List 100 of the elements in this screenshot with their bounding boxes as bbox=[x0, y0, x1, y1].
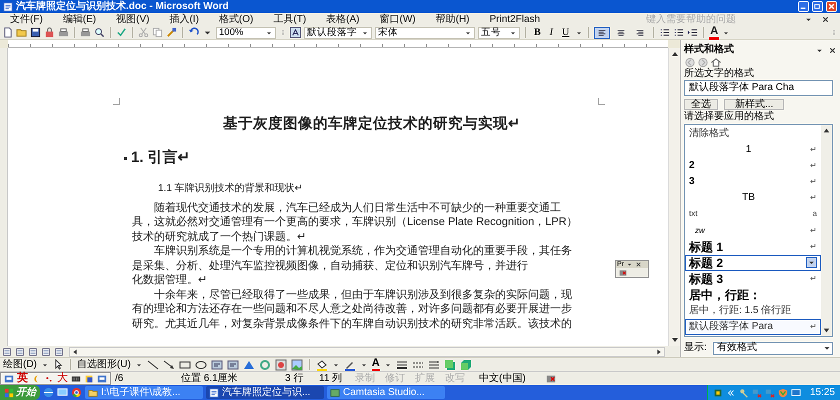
view-icon[interactable] bbox=[2, 346, 12, 356]
browser-icon[interactable] bbox=[43, 387, 54, 398]
menu-item[interactable]: 文件(F) bbox=[10, 14, 43, 24]
keyboard-icon[interactable] bbox=[71, 374, 81, 384]
menu-item[interactable]: Print2Flash bbox=[490, 14, 540, 24]
status-column: 11 列 bbox=[319, 374, 355, 384]
bold-button[interactable]: B bbox=[531, 28, 544, 38]
list-scrollbar[interactable] bbox=[821, 125, 832, 336]
autoshapes-menu-button[interactable]: 自选图形(U) bbox=[76, 360, 131, 370]
3d-box-icon[interactable] bbox=[460, 358, 472, 370]
menu-item[interactable]: 格式(O) bbox=[218, 14, 254, 24]
printer-icon[interactable] bbox=[58, 27, 69, 38]
style-item[interactable]: 默认段落字体 Para ↵ bbox=[685, 318, 821, 336]
styles-icon[interactable] bbox=[290, 27, 301, 38]
x-icon[interactable] bbox=[635, 261, 642, 268]
draw-menu-button[interactable]: 绘图(D) bbox=[3, 360, 37, 370]
rectangle-icon[interactable] bbox=[178, 358, 191, 370]
restore-icon[interactable] bbox=[812, 1, 823, 12]
underline-button[interactable]: U bbox=[559, 28, 572, 38]
pane-label: 所选文字的格式 bbox=[684, 68, 755, 80]
windows-logo-icon bbox=[4, 388, 14, 398]
view-icon[interactable] bbox=[41, 346, 51, 356]
clipart-icon[interactable] bbox=[274, 358, 287, 370]
font-size-dropdown[interactable]: 五号 bbox=[478, 26, 520, 38]
close-icon[interactable] bbox=[826, 1, 837, 12]
vertical-scrollbar[interactable] bbox=[668, 48, 680, 346]
style-dropdown[interactable]: 默认段落字 bbox=[304, 26, 372, 38]
undo-icon[interactable] bbox=[188, 27, 199, 38]
view-icon[interactable] bbox=[28, 346, 38, 356]
view-icon[interactable] bbox=[54, 346, 64, 356]
folder-small-icon bbox=[88, 388, 98, 398]
input-mode-toggle[interactable]: 英 bbox=[17, 373, 28, 384]
zoom-dropdown[interactable]: 100% bbox=[216, 26, 276, 38]
document-title: 基于灰度图像的车牌定位技术的研究与实现↵ bbox=[222, 116, 522, 133]
list-icon[interactable] bbox=[659, 27, 670, 38]
style-item[interactable]: 标题 2 bbox=[685, 254, 821, 271]
picture-icon[interactable] bbox=[290, 358, 303, 370]
line-style-icon[interactable] bbox=[396, 358, 408, 370]
menu-item[interactable]: 编辑(E) bbox=[62, 14, 96, 24]
menu-item[interactable]: 窗口(W) bbox=[380, 14, 416, 24]
double-chevron-icon[interactable] bbox=[726, 388, 736, 398]
show-dropdown[interactable]: 有效格式 bbox=[712, 342, 833, 354]
pane-label: 请选择要应用的格式 bbox=[684, 111, 775, 123]
margin-mark bbox=[113, 98, 120, 105]
pane-button[interactable]: 全选 bbox=[684, 98, 718, 110]
check-icon[interactable] bbox=[116, 27, 127, 38]
arrow-icon[interactable] bbox=[162, 358, 175, 370]
taskbar-button[interactable]: 汽车牌照定位与识... bbox=[206, 386, 324, 399]
bullet-mark bbox=[124, 156, 127, 160]
arrow-style-icon[interactable] bbox=[428, 358, 440, 370]
style-dropdown-button[interactable] bbox=[806, 257, 817, 268]
taskbar-button[interactable]: Camtasia Studio... bbox=[327, 386, 445, 399]
taskbar-button[interactable]: I:\电子课件\成教... bbox=[85, 386, 203, 399]
width-toggle[interactable]: 大 bbox=[57, 373, 68, 384]
list-icon[interactable] bbox=[673, 27, 684, 38]
magnifier-icon[interactable] bbox=[94, 27, 105, 38]
chip-icon[interactable] bbox=[712, 388, 723, 398]
menu-item[interactable]: 表格(A) bbox=[326, 14, 360, 24]
status-line: 3 行 bbox=[285, 374, 304, 384]
home-icon[interactable] bbox=[710, 56, 722, 68]
section-heading: 1. 引言↵ bbox=[131, 148, 191, 168]
style-item[interactable]: 标题 3 ↵ bbox=[685, 270, 821, 287]
paragraph: 随着现代交通技术的发展，汽车已经成为人们日常生活中不可缺少的一种重要交通工 具，这就必然对交通管理有一个更高的要求，车牌识别（License Plate Recognition，LPR） 技术的研究就成了一个热门课题。↵ bbox=[132, 200, 579, 244]
indent-icon[interactable] bbox=[687, 27, 698, 38]
margin-mark bbox=[598, 98, 605, 105]
monitor-icon[interactable] bbox=[790, 388, 801, 398]
status-position: 位置 6.1厘米 bbox=[181, 374, 239, 384]
lock-icon[interactable] bbox=[44, 27, 55, 38]
window-title: 汽车牌照定位与识别技术.doc - Microsoft Word bbox=[16, 2, 229, 12]
text-box-icon[interactable] bbox=[226, 358, 239, 370]
cursor-icon[interactable] bbox=[52, 359, 64, 370]
pane-button[interactable]: 新样式... bbox=[724, 98, 784, 110]
printer-icon[interactable] bbox=[80, 27, 91, 38]
font-dropdown[interactable]: 宋体 bbox=[375, 26, 475, 38]
help-search-field[interactable]: 键入需要帮助的问题 bbox=[646, 14, 756, 25]
menu-item[interactable]: 插入(I) bbox=[169, 14, 199, 24]
x-icon[interactable] bbox=[821, 15, 830, 24]
menu-item[interactable]: 视图(V) bbox=[116, 14, 150, 24]
line-icon[interactable] bbox=[146, 358, 159, 370]
fill-bucket-icon[interactable] bbox=[316, 358, 328, 370]
menu-item[interactable]: 帮助(H) bbox=[436, 14, 470, 24]
clock: 15:25 bbox=[810, 388, 835, 398]
x-icon[interactable] bbox=[828, 46, 837, 55]
selected-format-field[interactable]: 默认段落字体 Para Cha bbox=[684, 80, 833, 96]
word-document-icon bbox=[3, 2, 13, 12]
align-button[interactable] bbox=[594, 26, 610, 38]
horizontal-scrollbar[interactable] bbox=[69, 346, 665, 356]
menu-item[interactable]: 工具(T) bbox=[273, 14, 306, 24]
minimize-icon[interactable] bbox=[798, 1, 809, 12]
word-document-icon bbox=[209, 388, 219, 398]
caret-icon[interactable] bbox=[626, 261, 633, 268]
recording-icon[interactable] bbox=[618, 269, 628, 277]
text-box-icon[interactable] bbox=[210, 358, 223, 370]
brush-icon[interactable] bbox=[166, 27, 177, 38]
start-button[interactable]: 开始 bbox=[0, 385, 40, 400]
view-icon[interactable] bbox=[15, 346, 25, 356]
oval-icon[interactable] bbox=[194, 358, 207, 370]
desktop-icon[interactable] bbox=[57, 387, 68, 398]
italic-button[interactable]: I bbox=[546, 28, 556, 38]
subsection-heading: 1.1 车牌识别技术的背景和现状↵ bbox=[158, 182, 304, 196]
